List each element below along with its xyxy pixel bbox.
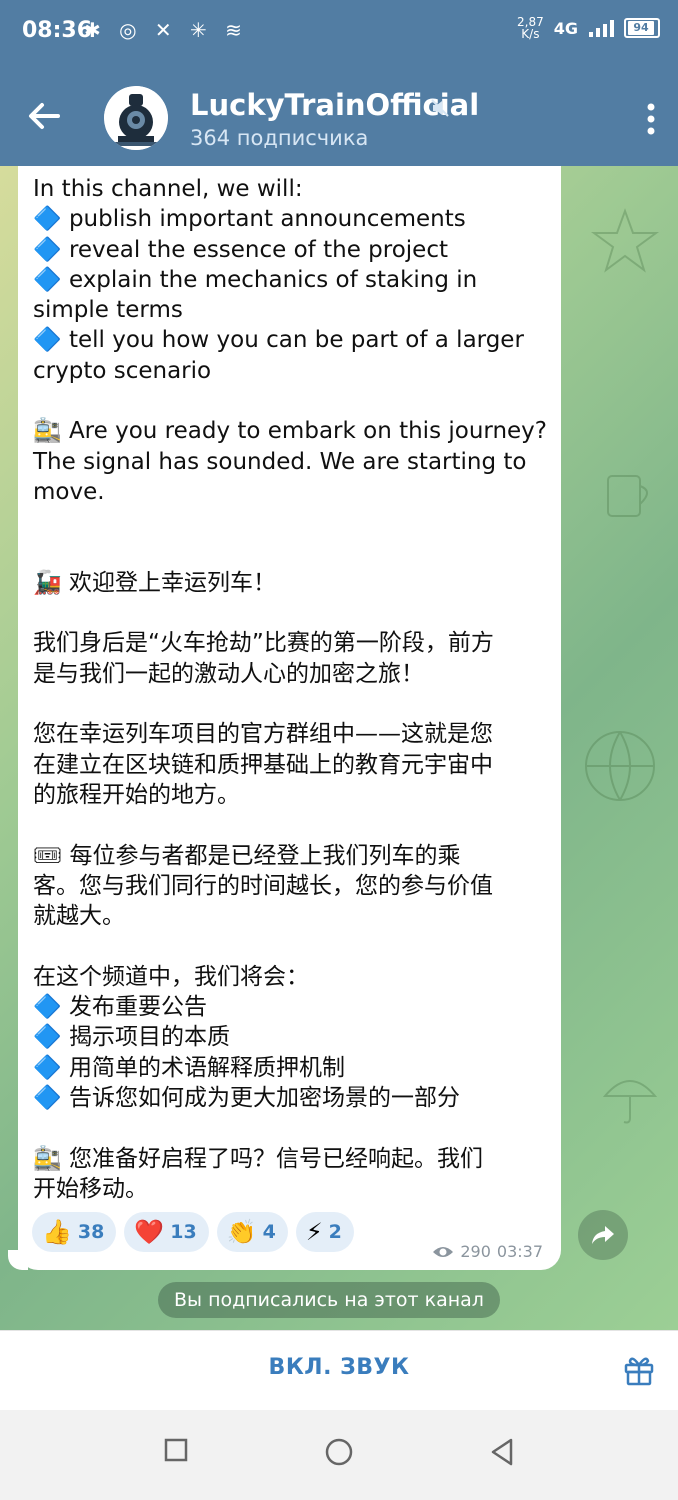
star-doodle-icon <box>590 208 660 273</box>
status-bar: 08:36 ✱ ◎ ✕ ✳ ≋ 2,87 K/s 4G 94 <box>0 0 678 66</box>
status-icons: ✱ ◎ ✕ ✳ ≋ <box>84 18 248 42</box>
muted-speaker-icon <box>431 99 449 117</box>
home-circle-icon[interactable] <box>325 1438 353 1466</box>
reaction-lightning[interactable]: ⚡ 2 <box>295 1212 354 1252</box>
reaction-thumbs-up[interactable]: 👍 38 <box>32 1212 117 1252</box>
more-menu-icon[interactable] <box>646 102 656 136</box>
channel-avatar[interactable] <box>104 86 168 150</box>
thumbs-up-icon: 👍 <box>42 1218 72 1246</box>
lightning-icon: ⚡ <box>305 1218 323 1246</box>
status-time: 08:36 <box>22 18 93 43</box>
message-text: In this channel, we will: 🔷 publish impo… <box>33 176 547 1202</box>
network-speed: 2,87 K/s <box>517 15 544 41</box>
chat-header: LuckyTrainOfficial 364 подписчика <box>0 66 678 166</box>
signal-icon <box>589 20 614 37</box>
unmute-button[interactable]: ВКЛ. ЗВУК <box>0 1355 678 1380</box>
reaction-clap[interactable]: 👏 4 <box>216 1212 288 1252</box>
back-triangle-icon[interactable] <box>490 1438 514 1466</box>
service-message: Вы подписались на этот канал <box>158 1282 500 1318</box>
subscriber-count: 364 подписчика <box>190 126 369 150</box>
reactions-bar: 👍 38 ❤️ 13 👏 4 ⚡ 2 <box>32 1212 354 1252</box>
network-type: 4G <box>553 18 578 38</box>
recents-square-icon[interactable] <box>164 1438 188 1462</box>
reaction-heart[interactable]: ❤️ 13 <box>124 1212 209 1252</box>
mug-doodle-icon <box>607 475 648 517</box>
message-time: 03:37 <box>496 1242 543 1261</box>
ball-doodle-icon <box>585 731 655 801</box>
back-arrow-icon[interactable] <box>24 96 64 136</box>
bottom-bar: ВКЛ. ЗВУК <box>0 1330 678 1411</box>
system-nav-bar <box>0 1410 678 1500</box>
view-count: 290 <box>460 1242 491 1261</box>
clap-icon: 👏 <box>226 1218 257 1246</box>
status-right: 2,87 K/s 4G 94 <box>517 16 660 40</box>
chat-background: In this channel, we will: 🔷 publish impo… <box>0 166 678 1330</box>
battery-icon: 94 <box>624 18 660 38</box>
message-meta: 290 03:37 <box>432 1242 543 1261</box>
umbrella-doodle-icon <box>602 1080 658 1124</box>
message-bubble[interactable]: In this channel, we will: 🔷 publish impo… <box>8 166 561 1270</box>
share-button[interactable] <box>578 1210 628 1260</box>
train-logo-icon <box>104 86 168 150</box>
gift-icon[interactable] <box>622 1353 656 1387</box>
heart-icon: ❤️ <box>134 1218 165 1246</box>
eye-icon <box>433 1246 454 1257</box>
share-arrow-icon <box>592 1226 614 1244</box>
